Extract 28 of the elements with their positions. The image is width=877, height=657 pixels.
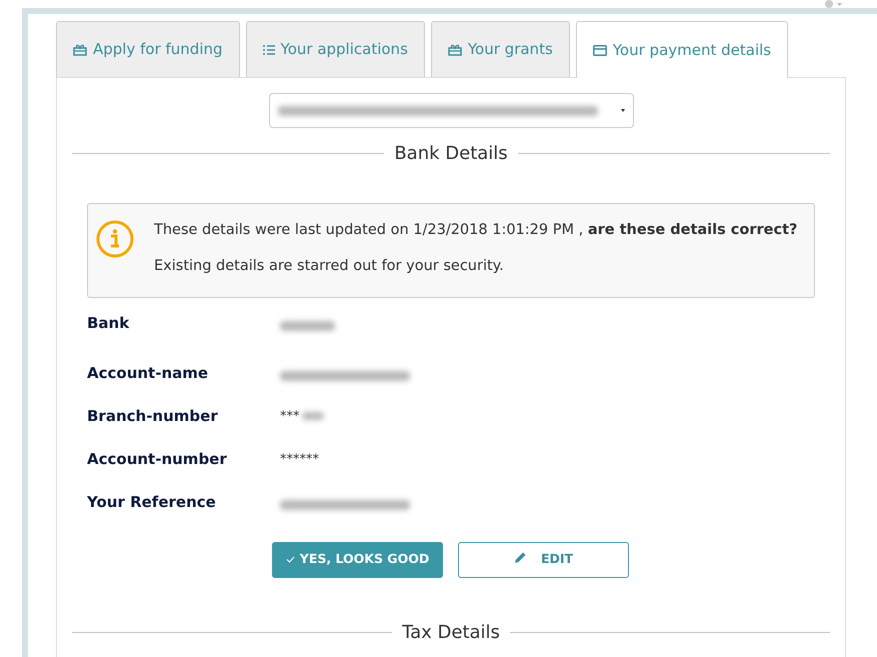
field-label: Your Reference bbox=[87, 492, 217, 512]
section-heading: Bank Details bbox=[394, 142, 508, 166]
edit-button[interactable]: EDIT bbox=[458, 542, 629, 578]
field-label: Account-name bbox=[87, 362, 210, 384]
field-label: Branch-number bbox=[87, 406, 219, 426]
info-icon bbox=[96, 220, 134, 258]
field-label: Bank bbox=[87, 312, 130, 334]
blurred-text bbox=[302, 412, 324, 420]
tab[interactable]: Your grants bbox=[430, 21, 570, 77]
field-value: ****** bbox=[280, 452, 319, 466]
blurred-text bbox=[280, 320, 335, 330]
field-value: *** bbox=[280, 408, 300, 424]
notice-note: Existing details are starred out for your security. bbox=[154, 256, 505, 276]
gift-icon bbox=[448, 43, 462, 56]
caret-icon bbox=[620, 109, 624, 112]
card-icon bbox=[592, 44, 607, 56]
gift-icon bbox=[73, 43, 87, 56]
check-icon bbox=[286, 556, 295, 564]
confirm-button[interactable]: YES, LOOKS GOOD bbox=[272, 542, 443, 578]
account-select[interactable] bbox=[268, 93, 634, 128]
tab[interactable]: Apply for funding bbox=[56, 21, 240, 77]
section-heading: Tax Details bbox=[402, 620, 500, 644]
notice-message: These details were last updated on 1/23/2018 1:01:29 PM , are these details correct? bbox=[154, 221, 798, 240]
tab[interactable]: Your applications bbox=[246, 21, 425, 77]
tab[interactable]: Your payment details bbox=[576, 21, 788, 78]
list-icon bbox=[262, 44, 275, 54]
pencil-icon bbox=[514, 551, 527, 564]
field-label: Account-number bbox=[87, 448, 228, 470]
